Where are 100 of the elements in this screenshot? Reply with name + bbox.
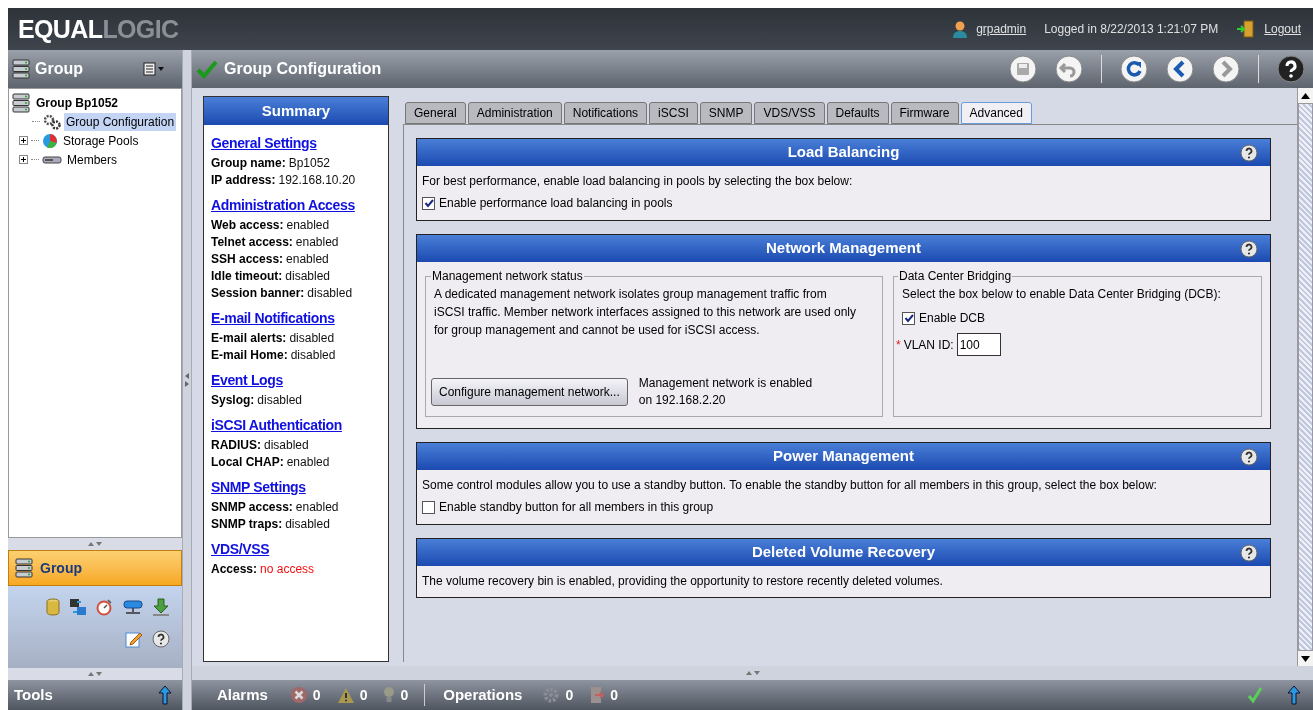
tab[interactable]: Defaults bbox=[826, 102, 889, 124]
section-title: Load Balancing bbox=[787, 142, 900, 163]
tab[interactable]: Administration bbox=[467, 102, 562, 124]
tools-title: Tools bbox=[14, 684, 53, 705]
summary-section-link[interactable]: Event Logs bbox=[211, 372, 283, 388]
section-title: Power Management bbox=[773, 446, 914, 467]
summary-value: enabled bbox=[286, 251, 329, 268]
tree-item[interactable]: Group Configuration bbox=[64, 112, 177, 131]
tab[interactable]: VDS/VSS bbox=[754, 102, 825, 124]
summary-section-link[interactable]: iSCSI Authentication bbox=[211, 417, 342, 433]
tab[interactable]: SNMP bbox=[699, 102, 753, 124]
checkmark-icon bbox=[196, 59, 218, 79]
summary-section-link[interactable]: General Settings bbox=[211, 135, 317, 151]
scroll-down-icon[interactable] bbox=[1301, 655, 1310, 662]
checkbox[interactable] bbox=[422, 500, 435, 514]
alarm-count: 0 bbox=[400, 685, 409, 705]
back-icon[interactable] bbox=[1166, 55, 1194, 83]
tree-item[interactable]: Group Bp1052 bbox=[34, 93, 121, 112]
help-icon[interactable] bbox=[152, 630, 170, 648]
alarms-label: Alarms bbox=[217, 684, 268, 705]
tools-bar[interactable]: Tools bbox=[8, 680, 182, 710]
user-icon bbox=[952, 20, 969, 38]
logout-link[interactable]: Logout bbox=[1264, 20, 1301, 38]
summary-label: SNMP access: bbox=[211, 499, 293, 516]
stopwatch-icon[interactable] bbox=[96, 598, 114, 616]
summary-label: SNMP traps: bbox=[211, 516, 283, 533]
summary-label: E-mail Home: bbox=[211, 347, 288, 364]
view-menu-icon[interactable] bbox=[143, 62, 165, 76]
tree-item[interactable]: Storage Pools bbox=[61, 131, 141, 150]
lightbulb-icon bbox=[383, 686, 396, 704]
summary-value: disabled bbox=[285, 268, 331, 285]
summary-header: Summary bbox=[204, 97, 388, 125]
pie-icon bbox=[42, 132, 58, 149]
tree-item[interactable]: Members bbox=[65, 150, 119, 169]
summary-label: RADIUS: bbox=[211, 437, 261, 454]
operations-label: Operations bbox=[443, 684, 523, 705]
group-panel-title: Group bbox=[40, 558, 82, 578]
summary-value: disabled bbox=[257, 392, 303, 409]
vlan-label: VLAN ID: bbox=[903, 336, 954, 354]
collapse-handle-icon[interactable] bbox=[184, 372, 190, 388]
drive-icon bbox=[42, 154, 62, 165]
help-icon[interactable] bbox=[1277, 55, 1305, 83]
summary-section-link[interactable]: Administration Access bbox=[211, 197, 355, 213]
summary-value: 192.168.10.20 bbox=[278, 172, 356, 189]
tab[interactable]: Advanced bbox=[960, 102, 1032, 124]
help-icon[interactable] bbox=[1240, 448, 1258, 466]
save-icon[interactable] bbox=[1009, 55, 1037, 83]
expand-icon[interactable] bbox=[19, 136, 28, 145]
undo-icon[interactable] bbox=[1055, 55, 1083, 83]
checkbox[interactable] bbox=[422, 196, 435, 210]
required-mark: * bbox=[896, 336, 901, 354]
tab[interactable]: iSCSI bbox=[649, 102, 698, 124]
summary-label: SSH access: bbox=[211, 251, 284, 268]
splitter-grip-icon[interactable] bbox=[87, 541, 103, 547]
summary-section-link[interactable]: VDS/VSS bbox=[211, 541, 270, 557]
summary-value: enabled bbox=[286, 217, 330, 234]
section-title: Network Management bbox=[765, 238, 921, 259]
refresh-icon[interactable] bbox=[1120, 55, 1148, 83]
checkbox[interactable] bbox=[902, 311, 915, 325]
summary-section-link[interactable]: E-mail Notifications bbox=[211, 310, 335, 326]
transfer-icon[interactable] bbox=[69, 598, 87, 616]
up-arrow-icon[interactable] bbox=[158, 685, 172, 705]
help-icon[interactable] bbox=[1240, 144, 1258, 162]
summary-label: Idle timeout: bbox=[211, 268, 283, 285]
summary-value: disabled bbox=[264, 437, 309, 454]
summary-value: disabled bbox=[290, 347, 336, 364]
group-panel-header[interactable]: Group bbox=[8, 550, 182, 586]
door-icon bbox=[1236, 20, 1257, 38]
summary-section-link[interactable]: SNMP Settings bbox=[211, 479, 306, 495]
download-icon[interactable] bbox=[152, 598, 170, 616]
gears-icon bbox=[43, 113, 61, 130]
tab[interactable]: General bbox=[405, 102, 466, 124]
summary-label: Access: bbox=[211, 561, 258, 578]
tab[interactable]: Firmware bbox=[890, 102, 959, 124]
splitter-grip-icon[interactable] bbox=[744, 670, 761, 676]
expand-icon[interactable] bbox=[19, 155, 28, 164]
section-title: Deleted Volume Recovery bbox=[751, 542, 936, 563]
summary-label: Local CHAP: bbox=[211, 454, 284, 471]
user-link[interactable]: grpadmin bbox=[976, 20, 1027, 38]
configure-network-button[interactable]: Configure management network... bbox=[431, 378, 628, 406]
vertical-scrollbar[interactable] bbox=[1297, 88, 1313, 666]
login-info: Logged in 8/22/2013 1:21:07 PM bbox=[1044, 21, 1219, 38]
operation-count: 0 bbox=[565, 685, 574, 705]
summary-value: enabled bbox=[286, 454, 330, 471]
server-icon bbox=[11, 59, 31, 79]
warning-icon bbox=[336, 686, 355, 704]
tab[interactable]: Notifications bbox=[563, 102, 648, 124]
scroll-up-icon[interactable] bbox=[1301, 92, 1310, 99]
status-text: Management network is enabled bbox=[638, 375, 813, 392]
group-legend: Data Center Bridging bbox=[898, 267, 1013, 285]
forward-icon[interactable] bbox=[1212, 55, 1240, 83]
vlan-id-field[interactable]: 100 bbox=[956, 333, 1001, 356]
up-arrow-icon[interactable] bbox=[1287, 685, 1301, 705]
summary-value: enabled bbox=[295, 499, 339, 516]
help-icon[interactable] bbox=[1240, 544, 1258, 562]
edit-icon[interactable] bbox=[125, 630, 143, 648]
network-icon[interactable] bbox=[123, 599, 143, 615]
splitter-grip-icon[interactable] bbox=[87, 671, 103, 677]
summary-value: no access bbox=[260, 561, 315, 578]
help-icon[interactable] bbox=[1240, 240, 1258, 258]
